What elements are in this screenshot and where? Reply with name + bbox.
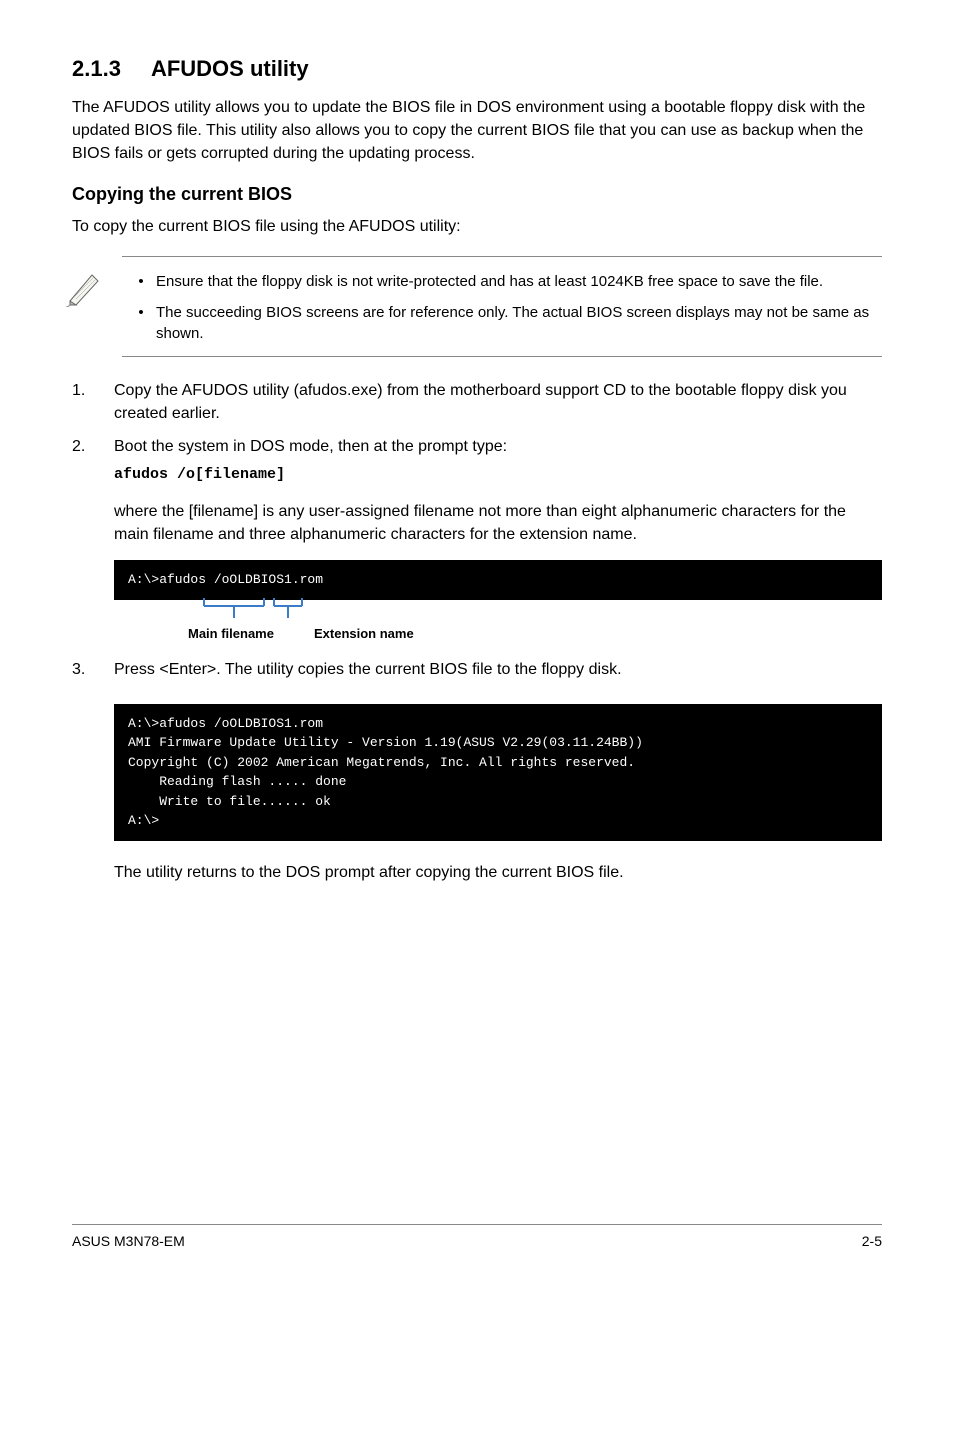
terminal-output: A:\>afudos /oOLDBIOS1.rom AMI Firmware U… — [114, 704, 882, 841]
code-command: afudos /o[filename] — [114, 464, 882, 486]
filename-diagram: Main filename Extension name — [114, 602, 882, 652]
note-box: • Ensure that the floppy disk is not wri… — [122, 256, 882, 357]
extension-label: Extension name — [314, 626, 414, 641]
step-text: Press <Enter>. The utility copies the cu… — [114, 658, 882, 681]
note-text: Ensure that the floppy disk is not write… — [156, 271, 823, 292]
where-paragraph: where the [filename] is any user-assigne… — [114, 500, 882, 546]
main-filename-label: Main filename — [188, 626, 274, 641]
section-title: AFUDOS utility — [151, 56, 309, 82]
step-item: 3. Press <Enter>. The utility copies the… — [72, 658, 882, 681]
footer-right: 2-5 — [862, 1233, 882, 1249]
footer-left: ASUS M3N78-EM — [72, 1233, 185, 1249]
note-text: The succeeding BIOS screens are for refe… — [156, 302, 878, 344]
bullet-icon: • — [126, 302, 156, 344]
step-item: 1. Copy the AFUDOS utility (afudos.exe) … — [72, 379, 882, 425]
note-item: • Ensure that the floppy disk is not wri… — [126, 271, 878, 292]
subsection-heading: Copying the current BIOS — [72, 184, 882, 205]
page-footer: ASUS M3N78-EM 2-5 — [72, 1224, 882, 1249]
step-number: 2. — [72, 435, 114, 486]
step-number: 1. — [72, 379, 114, 425]
pencil-icon — [66, 267, 106, 307]
bullet-icon: • — [126, 271, 156, 292]
step-text: Boot the system in DOS mode, then at the… — [114, 438, 507, 455]
step-number: 3. — [72, 658, 114, 681]
intro-paragraph: The AFUDOS utility allows you to update … — [72, 96, 882, 166]
step-text: Copy the AFUDOS utility (afudos.exe) fro… — [114, 379, 882, 425]
note-item: • The succeeding BIOS screens are for re… — [126, 302, 878, 344]
terminal-output: A:\>afudos /oOLDBIOS1.rom — [114, 560, 882, 600]
subsection-lead: To copy the current BIOS file using the … — [72, 215, 882, 238]
step-item: 2. Boot the system in DOS mode, then at … — [72, 435, 882, 486]
section-number: 2.1.3 — [72, 56, 121, 82]
section-heading: 2.1.3 AFUDOS utility — [72, 56, 882, 82]
post-paragraph: The utility returns to the DOS prompt af… — [114, 861, 882, 884]
